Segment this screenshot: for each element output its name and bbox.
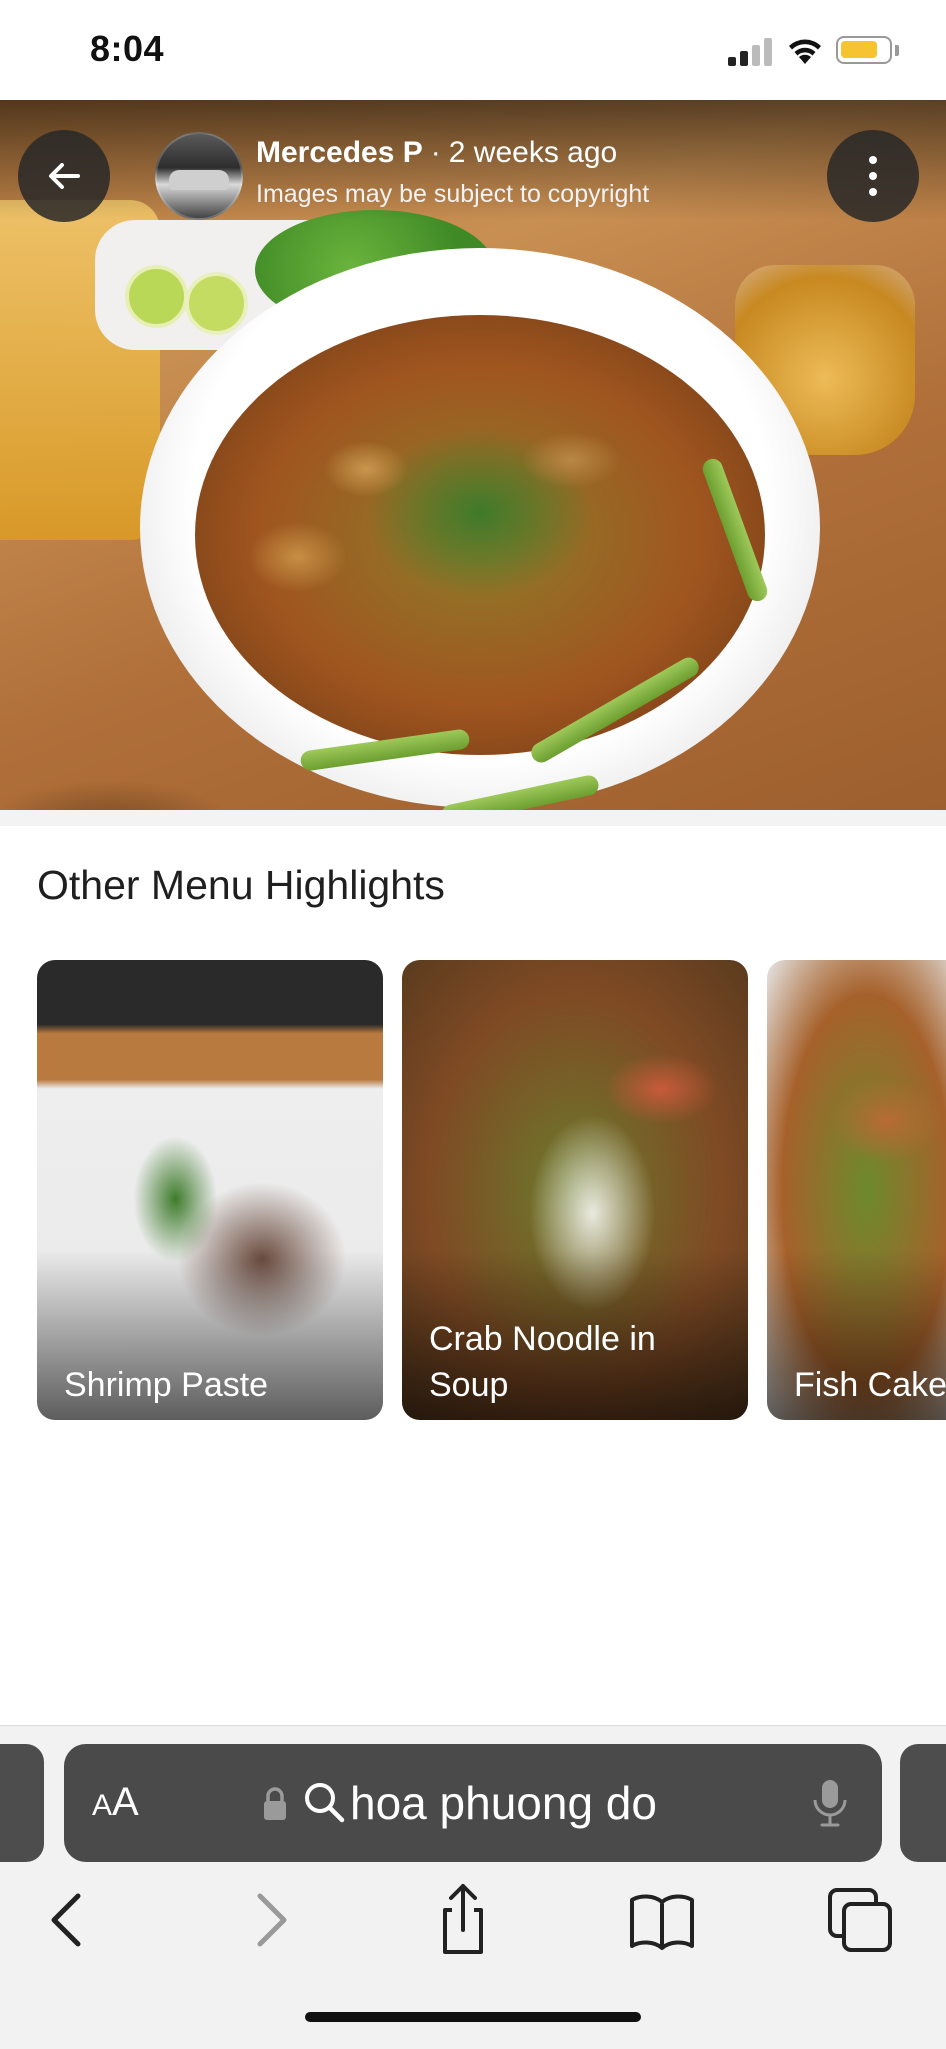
copyright-notice: Images may be subject to copyright [256, 180, 650, 208]
text-size-large: A [112, 1780, 139, 1824]
arrow-left-icon [49, 163, 80, 189]
menu-highlight-card[interactable]: Crab Noodle in Soup [402, 960, 748, 1420]
menu-highlight-label: Crab Noodle in Soup [429, 1320, 656, 1404]
menu-highlight-label: Fish Cake Noodles [794, 1366, 946, 1404]
status-time: 8:04 [90, 28, 165, 69]
more-options-button[interactable] [827, 130, 919, 222]
battery-nub [895, 45, 899, 56]
tabs-icon [828, 1888, 892, 1952]
microphone-icon[interactable] [810, 1778, 850, 1828]
text-size-button[interactable]: AA [92, 1780, 139, 1825]
search-icon [305, 1783, 345, 1823]
browser-forward-button[interactable] [230, 1880, 310, 1960]
previous-tab-preview[interactable] [0, 1744, 44, 1862]
separator-dot: · [430, 136, 441, 169]
more-vertical-icon [869, 188, 877, 196]
home-indicator [305, 2012, 641, 2022]
chevron-left-icon [51, 1893, 81, 1947]
wifi-icon [789, 39, 821, 64]
author-name[interactable]: Mercedes P [256, 136, 423, 169]
share-icon [443, 1884, 483, 1954]
more-vertical-icon [869, 172, 877, 180]
divider [0, 810, 946, 826]
menu-highlight-label: Shrimp Paste [64, 1366, 269, 1404]
car-silhouette [169, 170, 229, 190]
posted-time: 2 weeks ago [448, 136, 618, 169]
lock-icon [264, 1787, 286, 1820]
section-title: Other Menu Highlights [37, 862, 445, 908]
author-avatar[interactable] [155, 132, 243, 220]
tabs-button[interactable] [820, 1880, 900, 1960]
bookmarks-button[interactable] [622, 1880, 702, 1960]
lime-slice [185, 272, 248, 335]
text-size-small: A [92, 1789, 113, 1822]
lime-slice [125, 265, 188, 328]
cellular-signal-icon [728, 38, 772, 66]
share-button[interactable] [423, 1880, 503, 1960]
author-line: Mercedes P · 2 weeks ago [256, 136, 617, 170]
battery-icon [836, 36, 892, 64]
menu-highlight-card[interactable]: Fish Cake Noodles [767, 960, 946, 1420]
menu-highlight-card[interactable]: Shrimp Paste [37, 960, 383, 1420]
browser-back-button[interactable] [28, 1880, 108, 1960]
noodle-soup [195, 315, 765, 755]
book-icon [630, 1894, 694, 1950]
status-bar: 8:04 [0, 0, 946, 100]
more-vertical-icon [869, 156, 877, 164]
address-text[interactable]: hoa phuong do [350, 1776, 657, 1830]
chevron-right-icon [257, 1893, 287, 1947]
back-button[interactable] [18, 130, 110, 222]
next-tab-preview[interactable] [900, 1744, 946, 1862]
battery-fill [841, 41, 877, 58]
